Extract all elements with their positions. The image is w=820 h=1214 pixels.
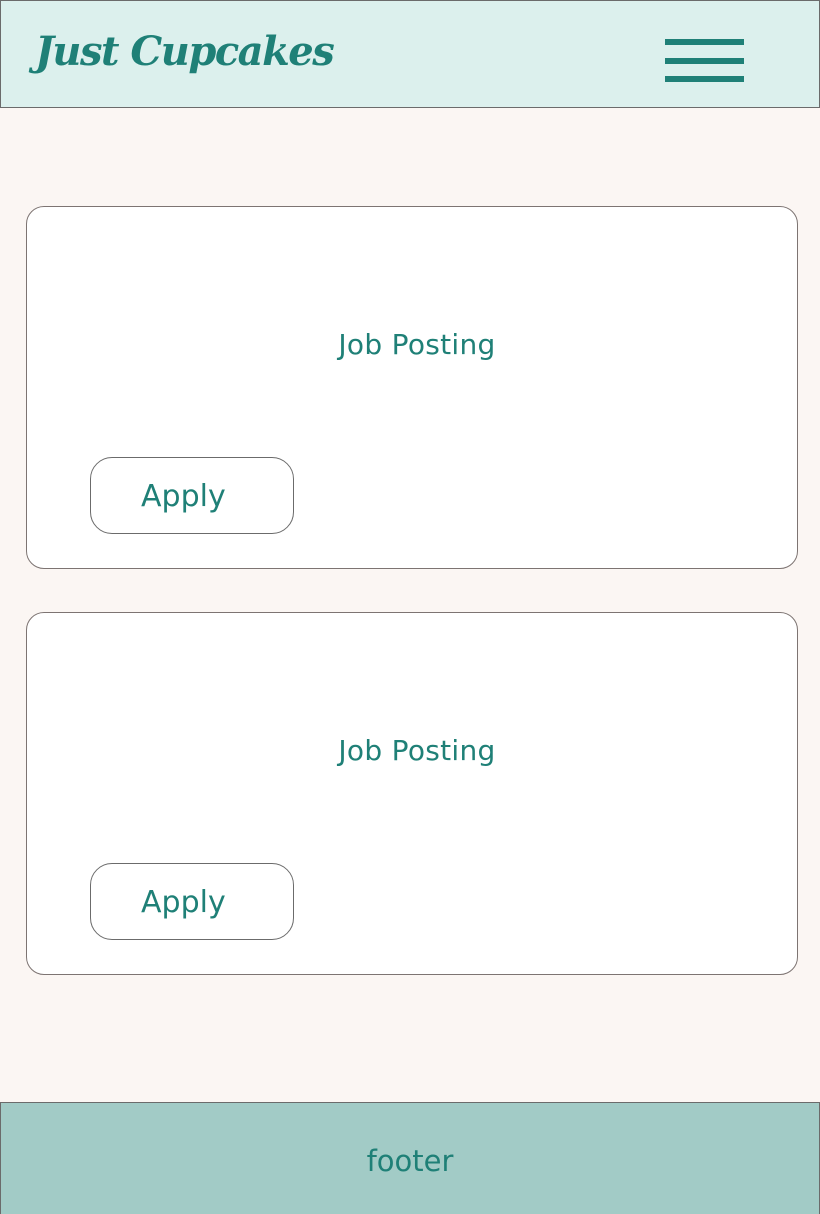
job-card: Job Posting Apply (26, 612, 798, 975)
footer-text: footer (366, 1144, 454, 1178)
apply-button[interactable]: Apply (90, 863, 294, 940)
menu-bar-middle (665, 58, 744, 64)
site-logo[interactable]: Just Cupcakes (35, 23, 335, 81)
site-header: Just Cupcakes (0, 0, 820, 108)
apply-button[interactable]: Apply (90, 457, 294, 534)
job-title: Job Posting (338, 734, 496, 767)
menu-bar-top (665, 39, 744, 45)
job-title: Job Posting (338, 328, 496, 361)
site-footer: footer (0, 1102, 820, 1214)
menu-bar-bottom (665, 76, 744, 82)
hamburger-menu-icon[interactable] (665, 37, 745, 85)
job-card: Job Posting Apply (26, 206, 798, 569)
